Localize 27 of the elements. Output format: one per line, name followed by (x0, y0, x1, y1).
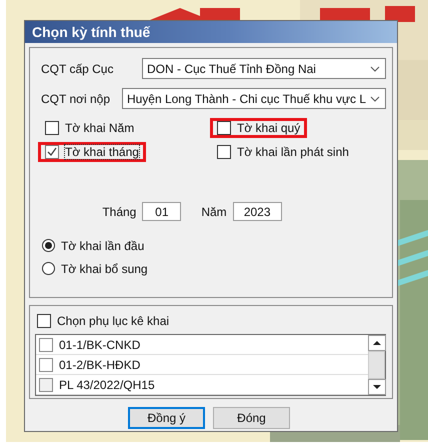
month-label: Tháng (102, 204, 136, 218)
dropdown[interactable]: Huyện Long Thành - Chi cục Thuế khu vực L (122, 88, 386, 109)
checkbox-option[interactable]: Chọn phụ lục kê khai (35, 311, 170, 331)
year-label: Năm (201, 204, 227, 218)
close-button[interactable]: Đóng (213, 407, 290, 429)
list-item[interactable]: PL 43/2022/QH15 (36, 375, 368, 395)
scroll-down-icon[interactable] (368, 379, 386, 395)
list-item[interactable]: 01-2/BK-HĐKD (36, 355, 368, 375)
radio-option[interactable]: Tờ khai lần đầu (42, 237, 144, 254)
list-item[interactable]: 01-1/BK-CNKD (36, 335, 368, 355)
check-icon (46, 146, 58, 158)
ok-button[interactable]: Đồng ý (128, 407, 205, 429)
scrollbar[interactable] (368, 335, 385, 395)
chevron-down-icon (370, 96, 380, 102)
window-title: Chọn kỳ tính thuế (25, 21, 397, 43)
checkbox-option[interactable]: Tờ khai Năm (38, 118, 142, 138)
field-label: CQT nơi nộp (40, 92, 112, 106)
field-label: CQT cấp Cục (40, 62, 114, 76)
checkbox-option[interactable]: Tờ khai lần phát sinh (210, 142, 356, 162)
dropdown[interactable]: DON - Cục Thuế Tỉnh Đồng Nai (142, 58, 386, 79)
month-input[interactable]: 01 (142, 202, 182, 221)
checkbox-option[interactable]: Tờ khai tháng (38, 142, 146, 162)
checkbox-option[interactable]: Tờ khai quý (210, 118, 308, 138)
scroll-up-icon[interactable] (368, 335, 386, 351)
year-input[interactable]: 2023 (232, 202, 282, 221)
chevron-down-icon (370, 66, 380, 72)
radio-option[interactable]: Tờ khai bổ sung (42, 260, 148, 277)
